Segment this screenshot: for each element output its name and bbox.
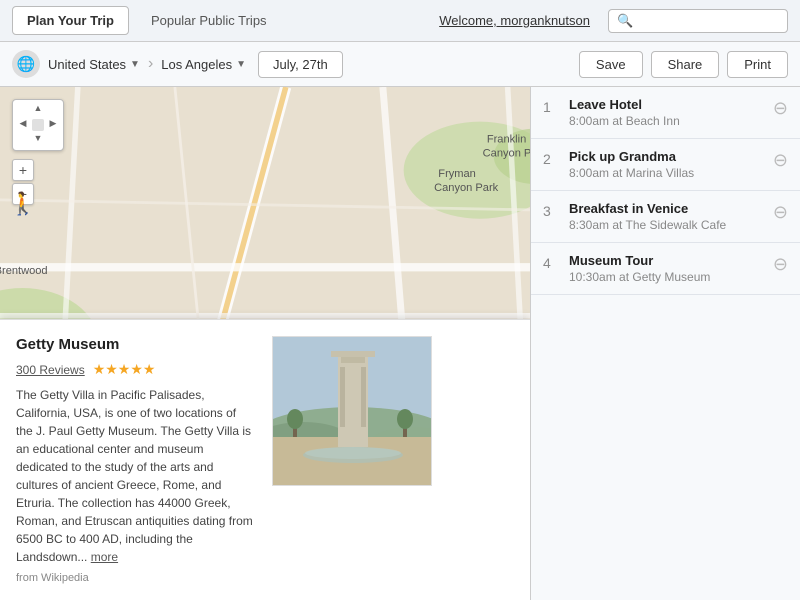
popup-image (272, 336, 432, 486)
trip-title: Leave Hotel (569, 97, 763, 112)
breadcrumb-separator1: › (148, 55, 153, 73)
search-icon: 🔍 (617, 13, 633, 29)
map-area[interactable]: Brentwood Westridge-Canyonback Wildernes… (0, 87, 530, 600)
trip-item: 1 Leave Hotel 8:00am at Beach Inn ⊖ (531, 87, 800, 139)
location1-dropdown-arrow: ▼ (130, 59, 140, 70)
itinerary-list: 1 Leave Hotel 8:00am at Beach Inn ⊖ 2 Pi… (531, 87, 800, 295)
source-label: from Wikipedia (16, 572, 256, 584)
trip-info: Museum Tour 10:30am at Getty Museum (569, 253, 763, 284)
trip-number: 4 (543, 255, 559, 271)
popup-description: The Getty Villa in Pacific Palisades, Ca… (16, 386, 256, 566)
trip-time: 10:30am at Getty Museum (569, 270, 763, 284)
remove-trip-button[interactable]: ⊖ (773, 99, 788, 117)
trip-number: 3 (543, 203, 559, 219)
header: Plan Your Trip Popular Public Trips Welc… (0, 0, 800, 42)
popup-image-svg (273, 337, 432, 486)
trip-number: 2 (543, 151, 559, 167)
svg-text:Brentwood: Brentwood (0, 265, 48, 277)
nav-arrows: ▲ ◀▶ ▼ (16, 103, 60, 147)
welcome-text: Welcome, morganknutson (439, 13, 590, 28)
save-button[interactable]: Save (579, 51, 643, 78)
trip-info: Leave Hotel 8:00am at Beach Inn (569, 97, 763, 128)
svg-text:Fryman: Fryman (438, 168, 476, 180)
right-panel: 1 Leave Hotel 8:00am at Beach Inn ⊖ 2 Pi… (530, 87, 800, 600)
map-nav-control[interactable]: ▲ ◀▶ ▼ (12, 99, 64, 151)
map-popup: Getty Museum 300 Reviews ★★★★★ The Getty… (0, 319, 530, 600)
search-box[interactable]: 🔍 (608, 9, 788, 33)
svg-text:Franklin: Franklin (487, 133, 526, 145)
review-count-link[interactable]: 300 Reviews (16, 363, 85, 377)
popular-public-trips-tab[interactable]: Popular Public Trips (137, 7, 281, 34)
remove-trip-button[interactable]: ⊖ (773, 255, 788, 273)
trip-time: 8:00am at Beach Inn (569, 114, 763, 128)
remove-trip-button[interactable]: ⊖ (773, 151, 788, 169)
location1-breadcrumb[interactable]: United States ▼ (48, 57, 140, 72)
trip-info: Pick up Grandma 8:00am at Marina Villas (569, 149, 763, 180)
share-button[interactable]: Share (651, 51, 720, 78)
date-button[interactable]: July, 27th (258, 51, 343, 78)
trip-item: 2 Pick up Grandma 8:00am at Marina Villa… (531, 139, 800, 191)
popup-title: Getty Museum (16, 336, 256, 353)
trip-item: 3 Breakfast in Venice 8:30am at The Side… (531, 191, 800, 243)
username: morganknutson (500, 13, 590, 28)
trip-title: Breakfast in Venice (569, 201, 763, 216)
more-link[interactable]: more (91, 550, 118, 564)
street-view-icon[interactable]: 🚶 (12, 187, 34, 221)
location2-dropdown-arrow: ▼ (236, 59, 246, 70)
trip-number: 1 (543, 99, 559, 115)
print-button[interactable]: Print (727, 51, 788, 78)
svg-text:Canyon Park: Canyon Park (434, 182, 499, 194)
trip-item: 4 Museum Tour 10:30am at Getty Museum ⊖ (531, 243, 800, 295)
search-input[interactable] (637, 13, 779, 28)
trip-info: Breakfast in Venice 8:30am at The Sidewa… (569, 201, 763, 232)
plan-your-trip-tab[interactable]: Plan Your Trip (12, 6, 129, 35)
star-rating: ★★★★★ (93, 361, 156, 378)
svg-text:Canyon Park: Canyon Park (483, 147, 530, 159)
remove-trip-button[interactable]: ⊖ (773, 203, 788, 221)
popup-text-area: Getty Museum 300 Reviews ★★★★★ The Getty… (16, 336, 256, 584)
zoom-in-button[interactable]: + (12, 159, 34, 181)
popup-reviews: 300 Reviews ★★★★★ (16, 361, 256, 378)
globe-icon: 🌐 (12, 50, 40, 78)
location2-breadcrumb[interactable]: Los Angeles ▼ (161, 57, 246, 72)
trip-title: Museum Tour (569, 253, 763, 268)
toolbar-actions: Save Share Print (579, 51, 788, 78)
toolbar: 🌐 United States ▼ › Los Angeles ▼ July, … (0, 42, 800, 87)
trip-time: 8:30am at The Sidewalk Cafe (569, 218, 763, 232)
trip-time: 8:00am at Marina Villas (569, 166, 763, 180)
main-content: Brentwood Westridge-Canyonback Wildernes… (0, 87, 800, 600)
trip-title: Pick up Grandma (569, 149, 763, 164)
